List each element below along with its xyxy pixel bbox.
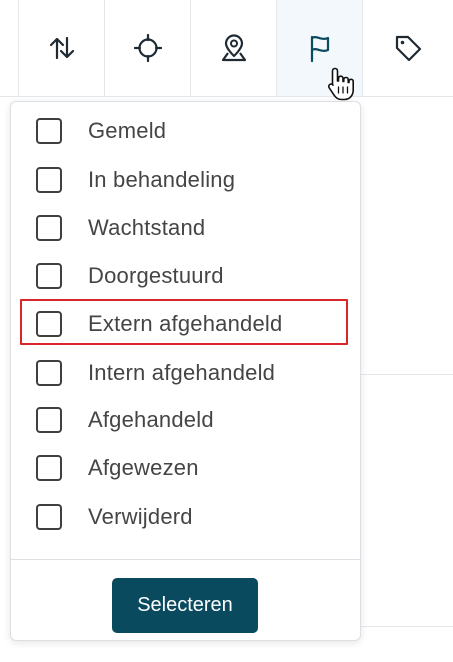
crosshair-icon <box>133 33 162 63</box>
checkbox[interactable] <box>36 360 62 386</box>
dropdown-footer-divider <box>10 559 361 560</box>
location-button[interactable] <box>104 0 190 96</box>
filter-toolbar <box>0 0 453 97</box>
checkbox[interactable] <box>36 311 62 337</box>
checkbox[interactable] <box>36 455 62 481</box>
checkbox[interactable] <box>36 504 62 530</box>
option-afgehandeld[interactable]: Afgehandeld <box>36 402 336 438</box>
status-filter-button[interactable] <box>276 0 362 96</box>
option-label: In behandeling <box>88 167 236 192</box>
option-label: Intern afgehandeld <box>88 360 276 385</box>
option-label: Wachtstand <box>88 215 206 240</box>
sort-button[interactable] <box>18 0 104 96</box>
checkbox[interactable] <box>36 118 62 144</box>
page: Gemeld In behandeling Wachtstand Doorges… <box>0 0 453 662</box>
option-label: Verwijderd <box>88 504 193 529</box>
option-doorgestuurd[interactable]: Doorgestuurd <box>36 258 336 294</box>
tag-icon <box>395 35 422 62</box>
option-label: Extern afgehandeld <box>88 311 283 336</box>
person-location-button[interactable] <box>190 0 276 96</box>
option-intern-afgehandeld[interactable]: Intern afgehandeld <box>36 355 336 391</box>
tag-button[interactable] <box>362 0 453 96</box>
option-label: Afgewezen <box>88 455 199 480</box>
option-afgewezen[interactable]: Afgewezen <box>36 450 336 486</box>
option-label: Afgehandeld <box>88 407 214 432</box>
checkbox[interactable] <box>36 263 62 289</box>
option-label: Gemeld <box>88 118 167 143</box>
option-in-behandeling[interactable]: In behandeling <box>36 162 336 198</box>
background-divider <box>361 626 453 627</box>
sort-arrows-icon <box>49 36 74 60</box>
background-divider <box>361 374 453 375</box>
option-wachtstand[interactable]: Wachtstand <box>36 210 336 246</box>
select-button[interactable]: Selecteren <box>112 578 258 633</box>
option-gemeld[interactable]: Gemeld <box>36 113 336 149</box>
checkbox[interactable] <box>36 167 62 193</box>
map-pin-person-icon <box>221 34 246 62</box>
checkbox[interactable] <box>36 407 62 433</box>
checkbox[interactable] <box>36 215 62 241</box>
flag-icon <box>310 35 329 63</box>
option-verwijderd[interactable]: Verwijderd <box>36 499 336 535</box>
option-extern-afgehandeld[interactable]: Extern afgehandeld <box>36 306 336 342</box>
option-label: Doorgestuurd <box>88 263 224 288</box>
